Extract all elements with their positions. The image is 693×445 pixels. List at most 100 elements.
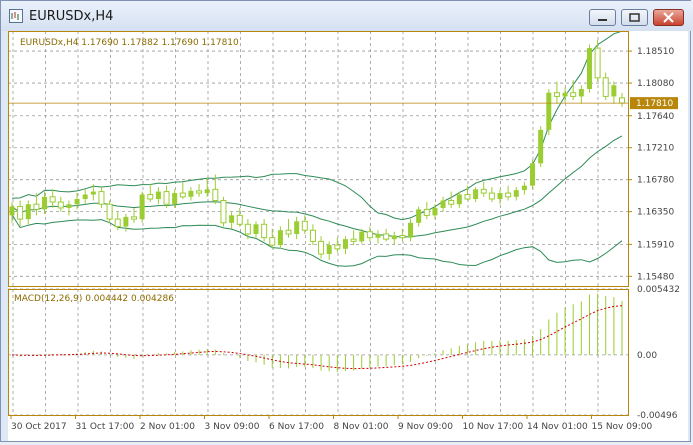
chart-background xyxy=(8,31,688,441)
candle-body-bear xyxy=(244,223,251,235)
candle-body-bull xyxy=(359,231,365,242)
candle-body-bear xyxy=(220,200,227,224)
minimize-button[interactable] xyxy=(589,9,616,26)
candle-body-bear xyxy=(236,214,243,225)
macd-legend: MACD(12,26,9) 0.004442 0.004286 xyxy=(14,294,174,304)
candle-body-bull xyxy=(375,233,381,238)
chart-window-icon xyxy=(9,9,23,23)
time-tick-label: 31 Oct 17:00 xyxy=(76,422,135,432)
candle-body-bear xyxy=(285,229,292,235)
candle-body-bear xyxy=(383,233,390,240)
price-tick-label: 1.16780 xyxy=(637,176,674,186)
candle-body-bear xyxy=(301,220,308,231)
candle-body-bull xyxy=(277,230,283,246)
price-tick-label: 1.15910 xyxy=(637,240,674,250)
window-title: EURUSDx,H4 xyxy=(29,9,114,24)
candle-body-bull xyxy=(416,209,422,223)
candle-body-bull xyxy=(497,193,503,200)
price-chart-canvas[interactable]: 1.18510 1.18080 1.17640 1.17210 1.16780 1.163… xyxy=(8,30,688,441)
candle-body-bear xyxy=(98,191,105,205)
candle-body-bull xyxy=(74,199,80,205)
macd-tick-label: 0.00 xyxy=(637,351,657,361)
title-bar[interactable]: EURUSDx,H4 xyxy=(1,1,693,31)
chart-window: EURUSDx,H4 1.18510 1.18080 1.17640 1.17210 1… xyxy=(0,0,693,442)
candle-body-bull xyxy=(513,190,519,197)
candle-body-bear xyxy=(594,47,601,79)
candle-body-bull xyxy=(90,191,96,195)
price-tick-label: 1.18510 xyxy=(637,47,674,57)
price-legend: EURUSDx,H4 1.17690 1.17882 1.17690 1.178… xyxy=(20,38,239,48)
candle-body-bear xyxy=(33,203,40,210)
time-tick-label: 15 Nov 09:00 xyxy=(592,422,653,432)
candle-body-bear xyxy=(309,229,316,242)
time-tick-label: 6 Nov 17:00 xyxy=(269,422,324,432)
candle-body-bear xyxy=(196,190,203,194)
candle-body-bear xyxy=(318,240,325,255)
candle-body-bear xyxy=(399,234,406,239)
price-tick-label: 1.17210 xyxy=(637,144,674,154)
candle-body-bull xyxy=(586,48,592,89)
candle-body-bull xyxy=(155,191,161,200)
candle-body-bear xyxy=(212,188,219,202)
close-button[interactable] xyxy=(653,9,684,26)
candle-body-bear xyxy=(619,97,625,104)
candle-body-bear xyxy=(17,205,24,220)
candle-body-bull xyxy=(229,215,235,223)
candle-body-bear xyxy=(448,200,455,205)
candle-body-bull xyxy=(530,163,536,186)
candle-body-bull xyxy=(432,207,438,216)
candle-body-bear xyxy=(49,196,56,203)
candle-body-bull xyxy=(204,189,210,194)
chart-area[interactable]: 1.18510 1.18080 1.17640 1.17210 1.16780 1.163… xyxy=(8,30,688,441)
candle-body-bull xyxy=(82,194,88,200)
candle-body-bull xyxy=(562,92,568,97)
price-tick-label: 1.17640 xyxy=(637,112,674,122)
candle-body-bull xyxy=(326,245,332,255)
candle-body-bull xyxy=(538,129,544,164)
candle-body-bear xyxy=(334,244,341,250)
time-tick-label: 10 Nov 17:00 xyxy=(463,422,524,432)
candle-body-bear xyxy=(163,191,170,205)
candle-body-bull xyxy=(408,222,414,238)
candle-body-bull xyxy=(391,235,397,240)
candle-body-bear xyxy=(423,208,430,216)
candle-body-bear xyxy=(57,201,64,209)
price-tick-label: 1.15480 xyxy=(637,272,674,282)
candle-body-bull xyxy=(123,216,129,227)
candle-body-bull xyxy=(546,92,552,130)
candle-body-bear xyxy=(488,192,495,200)
maximize-icon xyxy=(629,13,640,22)
candle-body-bull xyxy=(578,88,584,97)
candle-body-bear xyxy=(147,194,154,200)
price-tick-label: 1.16350 xyxy=(637,208,674,218)
candle-body-bear xyxy=(179,192,186,198)
candle-body-bull xyxy=(294,221,300,234)
time-tick-label: 3 Nov 09:00 xyxy=(205,422,260,432)
candle-body-bull xyxy=(611,85,617,97)
candle-body-bear xyxy=(261,223,268,239)
time-tick-label: 14 Nov 01:00 xyxy=(527,422,588,432)
candle-body-bull xyxy=(521,185,527,191)
time-tick-label: 30 Oct 2017 xyxy=(11,422,67,432)
candle-body-bull xyxy=(456,194,462,205)
candle-body-bull xyxy=(9,206,15,216)
candle-body-bull xyxy=(440,200,446,208)
candle-body-bear xyxy=(464,194,471,200)
candle-body-bull xyxy=(188,190,194,197)
candle-body-bull xyxy=(66,204,72,208)
time-tick-label: 8 Nov 01:00 xyxy=(334,422,389,432)
candle-body-bear xyxy=(602,77,609,97)
current-price-label: 1.17810 xyxy=(636,99,673,109)
price-tick-label: 1.18080 xyxy=(637,79,674,89)
close-icon xyxy=(663,12,674,23)
macd-tick-label: 0.005432 xyxy=(637,285,680,295)
maximize-button[interactable] xyxy=(621,9,648,26)
candle-body-bull xyxy=(25,204,31,220)
candle-body-bear xyxy=(269,237,276,246)
candle-body-bear xyxy=(570,92,577,97)
time-tick-label: 9 Nov 09:00 xyxy=(398,422,453,432)
candle-body-bear xyxy=(131,216,137,220)
candle-body-bull xyxy=(42,196,48,210)
candle-body-bear xyxy=(553,92,560,97)
candle-body-bear xyxy=(350,238,357,242)
